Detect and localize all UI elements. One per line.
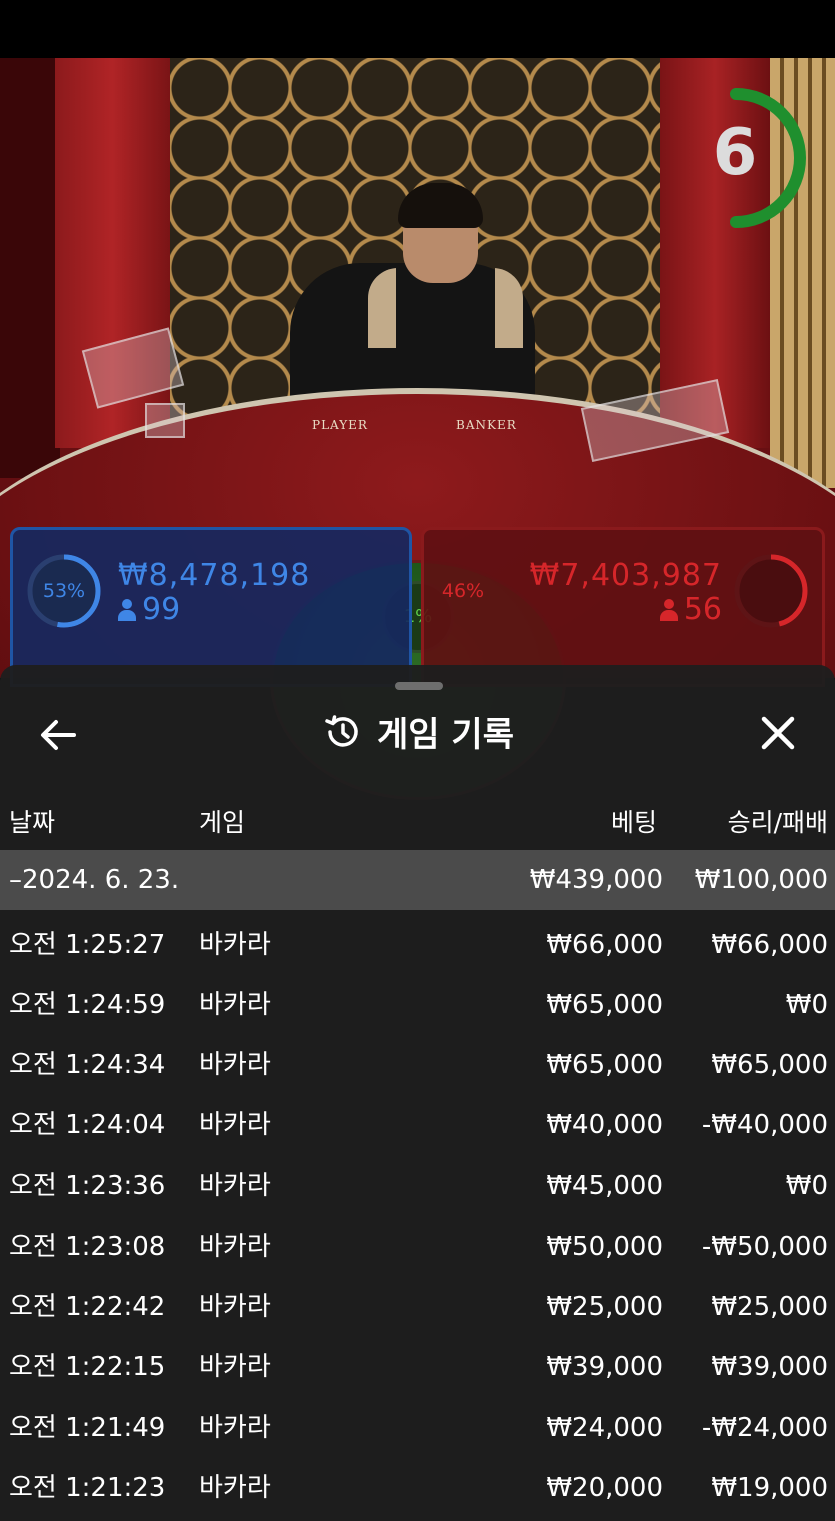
banker-percent-ring-icon bbox=[734, 554, 808, 628]
row-bet: ₩45,000 bbox=[546, 1171, 663, 1201]
row-bet: ₩25,000 bbox=[546, 1292, 663, 1322]
row-game: 바카라 bbox=[199, 1110, 271, 1140]
history-row[interactable]: 오전 1:25:27 바카라 ₩66,000 ₩66,000 bbox=[0, 915, 835, 975]
row-game: 바카라 bbox=[199, 930, 271, 960]
row-bet: ₩66,000 bbox=[546, 930, 663, 960]
history-row[interactable]: 오전 1:21:23 바카라 ₩20,000 ₩19,000 bbox=[0, 1458, 835, 1518]
row-game: 바카라 bbox=[199, 990, 271, 1020]
history-row[interactable]: 오전 1:22:42 바카라 ₩25,000 ₩25,000 bbox=[0, 1277, 835, 1337]
summary-bet: ₩439,000 bbox=[529, 865, 663, 895]
row-time: 오전 1:24:34 bbox=[9, 1050, 166, 1080]
row-result: -₩50,000 bbox=[701, 1232, 828, 1262]
row-game: 바카라 bbox=[199, 1232, 271, 1262]
countdown-value: 6 bbox=[712, 116, 758, 190]
history-row[interactable]: 오전 1:21:49 바카라 ₩24,000 -₩24,000 bbox=[0, 1398, 835, 1458]
row-result: ₩25,000 bbox=[711, 1292, 828, 1322]
game-history-sheet: 게임 기록 날짜 게임 베팅 승리/패배 –2024. 6. 23. ₩439,… bbox=[0, 665, 835, 1521]
row-result: ₩0 bbox=[785, 1171, 828, 1201]
row-time: 오전 1:23:36 bbox=[9, 1171, 166, 1201]
row-time: 오전 1:23:08 bbox=[9, 1232, 166, 1262]
player-bettor-count: 99 bbox=[118, 592, 180, 627]
banker-percent: 46% bbox=[441, 580, 485, 602]
row-result: ₩39,000 bbox=[711, 1352, 828, 1382]
table-player-label: PLAYER bbox=[312, 418, 368, 432]
row-bet: ₩24,000 bbox=[546, 1413, 663, 1443]
banker-bet-area[interactable]: 46% ₩7,403,987 56 bbox=[421, 527, 825, 687]
table-banker-label: BANKER bbox=[456, 418, 517, 432]
row-bet: ₩65,000 bbox=[546, 1050, 663, 1080]
date-summary-row[interactable]: –2024. 6. 23. ₩439,000 ₩100,000 bbox=[0, 850, 835, 910]
row-game: 바카라 bbox=[199, 1352, 271, 1382]
column-header-result: 승리/패배 bbox=[727, 808, 828, 837]
close-icon[interactable] bbox=[756, 711, 800, 755]
row-result: -₩24,000 bbox=[701, 1413, 828, 1443]
banker-total-amount: ₩7,403,987 bbox=[529, 558, 722, 593]
row-bet: ₩39,000 bbox=[546, 1352, 663, 1382]
row-time: 오전 1:21:23 bbox=[9, 1473, 166, 1503]
row-result: -₩40,000 bbox=[701, 1110, 828, 1140]
summary-date: –2024. 6. 23. bbox=[9, 865, 180, 895]
person-icon bbox=[659, 599, 678, 621]
history-row[interactable]: 오전 1:23:36 바카라 ₩45,000 ₩0 bbox=[0, 1156, 835, 1216]
row-time: 오전 1:22:42 bbox=[9, 1292, 166, 1322]
row-game: 바카라 bbox=[199, 1413, 271, 1443]
row-time: 오전 1:24:04 bbox=[9, 1110, 166, 1140]
row-result: ₩66,000 bbox=[711, 930, 828, 960]
sheet-drag-handle[interactable] bbox=[395, 682, 443, 690]
row-game: 바카라 bbox=[199, 1050, 271, 1080]
history-row[interactable]: 오전 1:24:59 바카라 ₩65,000 ₩0 bbox=[0, 975, 835, 1035]
row-time: 오전 1:22:15 bbox=[9, 1352, 166, 1382]
sheet-header: 게임 기록 bbox=[0, 707, 835, 757]
row-result: ₩19,000 bbox=[711, 1473, 828, 1503]
banker-bettor-count: 56 bbox=[659, 592, 722, 627]
column-header-date: 날짜 bbox=[9, 808, 56, 837]
row-time: 오전 1:21:49 bbox=[9, 1413, 166, 1443]
row-game: 바카라 bbox=[199, 1292, 271, 1322]
player-total-amount: ₩8,478,198 bbox=[118, 558, 311, 593]
player-bet-area[interactable]: 53% ₩8,478,198 99 bbox=[10, 527, 412, 687]
row-time: 오전 1:24:59 bbox=[9, 990, 166, 1020]
row-result: ₩65,000 bbox=[711, 1050, 828, 1080]
row-time: 오전 1:25:27 bbox=[9, 930, 166, 960]
row-result: ₩0 bbox=[785, 990, 828, 1020]
row-bet: ₩40,000 bbox=[546, 1110, 663, 1140]
summary-result: ₩100,000 bbox=[694, 865, 828, 895]
row-game: 바카라 bbox=[199, 1473, 271, 1503]
person-icon bbox=[118, 599, 136, 621]
column-header-game: 게임 bbox=[199, 808, 246, 837]
column-header-bet: 베팅 bbox=[610, 808, 657, 837]
countdown-timer: 6 bbox=[706, 88, 806, 228]
sheet-title: 게임 기록 bbox=[377, 715, 514, 755]
row-bet: ₩65,000 bbox=[546, 990, 663, 1020]
history-row[interactable]: 오전 1:23:08 바카라 ₩50,000 -₩50,000 bbox=[0, 1217, 835, 1277]
row-bet: ₩20,000 bbox=[546, 1473, 663, 1503]
history-icon bbox=[325, 714, 358, 747]
row-game: 바카라 bbox=[199, 1171, 271, 1201]
history-row[interactable]: 오전 1:24:04 바카라 ₩40,000 -₩40,000 bbox=[0, 1095, 835, 1155]
row-bet: ₩50,000 bbox=[546, 1232, 663, 1262]
player-percent: 53% bbox=[42, 580, 86, 602]
history-row[interactable]: 오전 1:22:15 바카라 ₩39,000 ₩39,000 bbox=[0, 1337, 835, 1397]
status-bar bbox=[0, 0, 835, 58]
discard-tray-left bbox=[145, 403, 185, 438]
history-row[interactable]: 오전 1:24:34 바카라 ₩65,000 ₩65,000 bbox=[0, 1035, 835, 1095]
